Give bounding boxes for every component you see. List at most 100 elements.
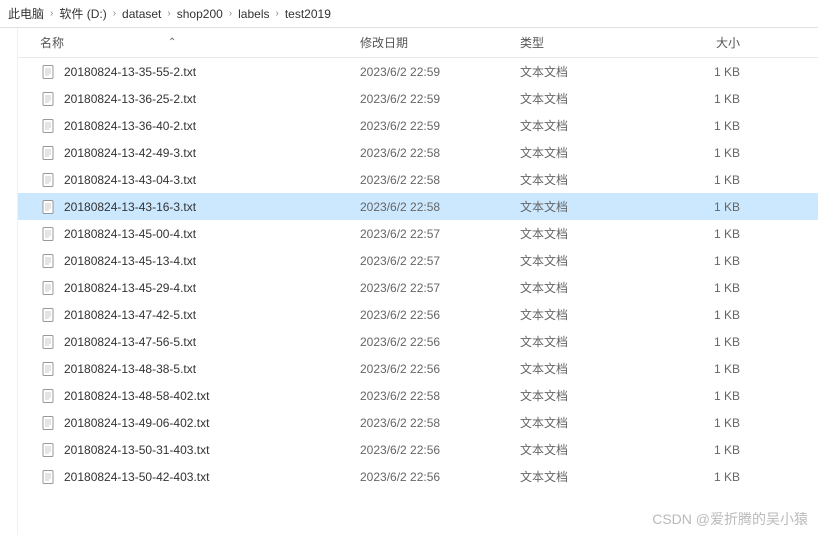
file-row[interactable]: 20180824-13-49-06-402.txt 2023/6/2 22:58… — [0, 409, 818, 436]
file-row[interactable]: 20180824-13-45-00-4.txt 2023/6/2 22:57 文… — [0, 220, 818, 247]
file-name: 20180824-13-47-42-5.txt — [64, 308, 196, 322]
text-file-icon — [40, 64, 56, 80]
file-row[interactable]: 20180824-13-35-55-2.txt 2023/6/2 22:59 文… — [0, 58, 818, 85]
file-date: 2023/6/2 22:59 — [360, 92, 520, 106]
file-name: 20180824-13-43-16-3.txt — [64, 200, 196, 214]
chevron-right-icon: › — [276, 8, 279, 19]
file-row[interactable]: 20180824-13-47-56-5.txt 2023/6/2 22:56 文… — [0, 328, 818, 355]
breadcrumb-seg[interactable]: dataset — [122, 7, 161, 21]
chevron-right-icon: › — [167, 8, 170, 19]
text-file-icon — [40, 253, 56, 269]
text-file-icon — [40, 361, 56, 377]
file-row[interactable]: 20180824-13-45-29-4.txt 2023/6/2 22:57 文… — [0, 274, 818, 301]
file-date: 2023/6/2 22:59 — [360, 65, 520, 79]
file-row[interactable]: 20180824-13-36-25-2.txt 2023/6/2 22:59 文… — [0, 85, 818, 112]
text-file-icon — [40, 469, 56, 485]
text-file-icon — [40, 199, 56, 215]
file-size: 1 KB — [660, 335, 760, 349]
text-file-icon — [40, 118, 56, 134]
text-file-icon — [40, 388, 56, 404]
file-type: 文本文档 — [520, 468, 660, 485]
breadcrumb-seg[interactable]: 软件 (D:) — [59, 5, 106, 22]
file-size: 1 KB — [660, 119, 760, 133]
file-name: 20180824-13-48-58-402.txt — [64, 389, 209, 403]
text-file-icon — [40, 334, 56, 350]
column-headers: 名称 ⌃ 修改日期 类型 大小 — [0, 28, 818, 58]
text-file-icon — [40, 145, 56, 161]
file-size: 1 KB — [660, 416, 760, 430]
breadcrumb-seg[interactable]: shop200 — [177, 7, 223, 21]
file-row[interactable]: 20180824-13-45-13-4.txt 2023/6/2 22:57 文… — [0, 247, 818, 274]
column-header-type[interactable]: 类型 — [520, 34, 660, 51]
file-row[interactable]: 20180824-13-43-04-3.txt 2023/6/2 22:58 文… — [0, 166, 818, 193]
file-type: 文本文档 — [520, 225, 660, 242]
file-type: 文本文档 — [520, 333, 660, 350]
breadcrumb-seg[interactable]: test2019 — [285, 7, 331, 21]
file-size: 1 KB — [660, 146, 760, 160]
file-date: 2023/6/2 22:58 — [360, 389, 520, 403]
file-row[interactable]: 20180824-13-36-40-2.txt 2023/6/2 22:59 文… — [0, 112, 818, 139]
file-date: 2023/6/2 22:58 — [360, 416, 520, 430]
file-date: 2023/6/2 22:56 — [360, 308, 520, 322]
file-size: 1 KB — [660, 389, 760, 403]
text-file-icon — [40, 442, 56, 458]
file-type: 文本文档 — [520, 252, 660, 269]
file-name: 20180824-13-49-06-402.txt — [64, 416, 209, 430]
file-type: 文本文档 — [520, 144, 660, 161]
breadcrumb-seg[interactable]: labels — [238, 7, 269, 21]
file-date: 2023/6/2 22:58 — [360, 173, 520, 187]
text-file-icon — [40, 415, 56, 431]
file-row[interactable]: 20180824-13-42-49-3.txt 2023/6/2 22:58 文… — [0, 139, 818, 166]
file-date: 2023/6/2 22:57 — [360, 254, 520, 268]
file-type: 文本文档 — [520, 441, 660, 458]
file-size: 1 KB — [660, 65, 760, 79]
file-date: 2023/6/2 22:57 — [360, 227, 520, 241]
file-row[interactable]: 20180824-13-47-42-5.txt 2023/6/2 22:56 文… — [0, 301, 818, 328]
breadcrumb[interactable]: 此电脑 › 软件 (D:) › dataset › shop200 › labe… — [0, 0, 818, 28]
file-name: 20180824-13-45-00-4.txt — [64, 227, 196, 241]
file-type: 文本文档 — [520, 198, 660, 215]
file-list[interactable]: 20180824-13-35-55-2.txt 2023/6/2 22:59 文… — [0, 58, 818, 535]
text-file-icon — [40, 280, 56, 296]
file-date: 2023/6/2 22:56 — [360, 443, 520, 457]
file-row[interactable]: 20180824-13-48-38-5.txt 2023/6/2 22:56 文… — [0, 355, 818, 382]
file-date: 2023/6/2 22:57 — [360, 281, 520, 295]
column-header-date[interactable]: 修改日期 — [360, 34, 520, 51]
file-size: 1 KB — [660, 308, 760, 322]
file-type: 文本文档 — [520, 306, 660, 323]
file-type: 文本文档 — [520, 360, 660, 377]
file-type: 文本文档 — [520, 90, 660, 107]
file-size: 1 KB — [660, 227, 760, 241]
column-header-size[interactable]: 大小 — [660, 34, 760, 51]
file-size: 1 KB — [660, 470, 760, 484]
file-date: 2023/6/2 22:58 — [360, 200, 520, 214]
text-file-icon — [40, 172, 56, 188]
file-type: 文本文档 — [520, 63, 660, 80]
file-date: 2023/6/2 22:56 — [360, 470, 520, 484]
file-type: 文本文档 — [520, 387, 660, 404]
column-header-name-label: 名称 — [40, 34, 64, 51]
file-name: 20180824-13-45-13-4.txt — [64, 254, 196, 268]
file-name: 20180824-13-43-04-3.txt — [64, 173, 196, 187]
text-file-icon — [40, 226, 56, 242]
file-name: 20180824-13-48-38-5.txt — [64, 362, 196, 376]
file-row[interactable]: 20180824-13-43-16-3.txt 2023/6/2 22:58 文… — [0, 193, 818, 220]
file-type: 文本文档 — [520, 279, 660, 296]
file-size: 1 KB — [660, 200, 760, 214]
file-name: 20180824-13-47-56-5.txt — [64, 335, 196, 349]
file-row[interactable]: 20180824-13-48-58-402.txt 2023/6/2 22:58… — [0, 382, 818, 409]
file-name: 20180824-13-45-29-4.txt — [64, 281, 196, 295]
file-size: 1 KB — [660, 254, 760, 268]
file-date: 2023/6/2 22:56 — [360, 362, 520, 376]
column-header-name[interactable]: 名称 ⌃ — [40, 34, 360, 51]
file-size: 1 KB — [660, 362, 760, 376]
file-size: 1 KB — [660, 92, 760, 106]
file-row[interactable]: 20180824-13-50-42-403.txt 2023/6/2 22:56… — [0, 463, 818, 490]
sidebar-edge — [0, 28, 18, 535]
file-name: 20180824-13-36-25-2.txt — [64, 92, 196, 106]
text-file-icon — [40, 307, 56, 323]
file-row[interactable]: 20180824-13-50-31-403.txt 2023/6/2 22:56… — [0, 436, 818, 463]
file-name: 20180824-13-35-55-2.txt — [64, 65, 196, 79]
breadcrumb-seg[interactable]: 此电脑 — [8, 5, 44, 22]
file-type: 文本文档 — [520, 117, 660, 134]
